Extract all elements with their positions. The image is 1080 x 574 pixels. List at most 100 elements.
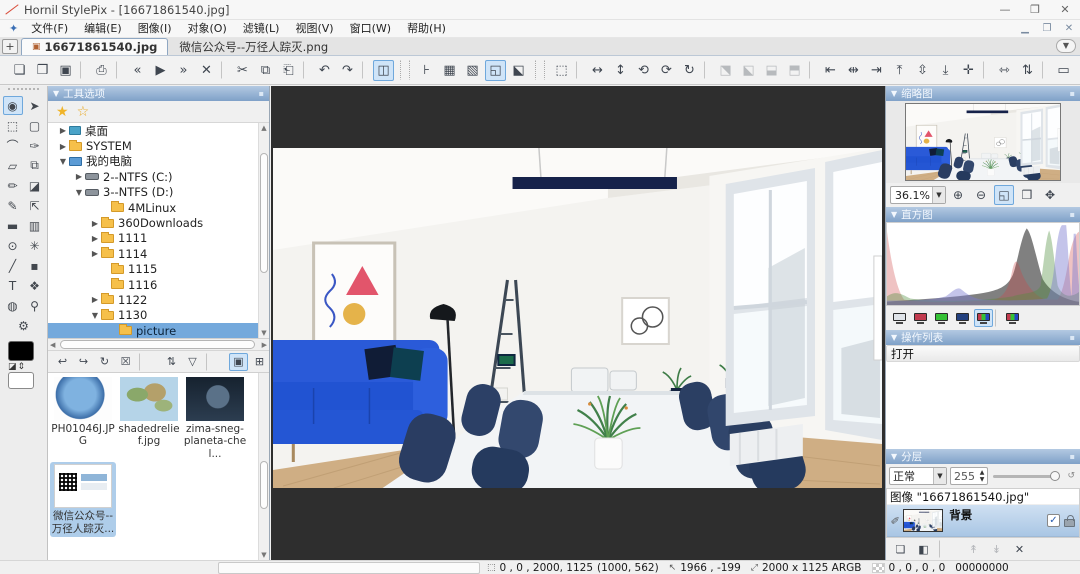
chevron-down-icon[interactable]: ▼ xyxy=(933,468,946,484)
tree-item-1114[interactable]: ▶ 1114 xyxy=(48,246,258,261)
crop-canvas-icon[interactable]: ⬚ xyxy=(551,60,572,81)
menu-item[interactable]: 对象(O) xyxy=(180,20,235,38)
rect-select-tool[interactable]: ▢ xyxy=(25,116,45,135)
sort-icon[interactable]: ⇅ xyxy=(162,353,181,371)
nav-first-icon[interactable]: « xyxy=(127,60,148,81)
order-front-icon[interactable]: ⬔ xyxy=(715,60,736,81)
fit-selection-icon[interactable]: ▭ xyxy=(1053,60,1074,81)
menu-item[interactable]: 编辑(E) xyxy=(76,20,130,38)
chevron-down-icon[interactable]: ▼ xyxy=(932,187,945,203)
expander-icon[interactable]: ▶ xyxy=(58,142,68,151)
folder-back-icon[interactable]: ↩ xyxy=(53,353,72,371)
align-center-icon[interactable]: ⇹ xyxy=(843,60,864,81)
space-vertical-icon[interactable]: ⇅ xyxy=(1017,60,1038,81)
thumb-zima-sneg[interactable]: zima-sneg-planeta-chel... xyxy=(182,375,248,462)
scrollbar-thumb[interactable] xyxy=(60,340,255,349)
save-icon[interactable]: ▣ xyxy=(55,60,76,81)
zoom-out-icon[interactable]: ⊖ xyxy=(971,185,991,205)
canvas-area[interactable] xyxy=(271,86,885,560)
selection-bounds-icon[interactable]: ◱ xyxy=(485,60,506,81)
thumb-shadedrelief[interactable]: shadedrelief.jpg xyxy=(116,375,182,462)
align-bottom-icon[interactable]: ⤓ xyxy=(935,60,956,81)
history-brush-tool[interactable]: ⇱ xyxy=(25,196,45,215)
refresh-icon[interactable]: ↻ xyxy=(95,353,114,371)
expander-icon[interactable]: ▼ xyxy=(90,311,100,320)
center-view-icon[interactable]: ✥ xyxy=(1040,185,1060,205)
brush-tool[interactable]: ✏ xyxy=(3,176,23,195)
effect-brush-tool[interactable]: ✳ xyxy=(25,236,45,255)
warp-tool[interactable]: ▱ xyxy=(3,156,23,175)
layer-group-label[interactable]: 图像 "16671861540.jpg" xyxy=(887,489,1079,505)
select-tool[interactable]: ➤ xyxy=(25,96,45,115)
delete-file-icon[interactable]: ☒ xyxy=(116,353,135,371)
menu-item[interactable]: 视图(V) xyxy=(287,20,341,38)
layers-panel-header[interactable]: ▼ 分层 ▪ xyxy=(886,449,1080,464)
action-open[interactable]: 打开 xyxy=(886,345,1080,362)
reset-icon[interactable]: ↺ xyxy=(1067,471,1075,481)
expander-icon[interactable]: ▼ xyxy=(74,188,84,197)
order-forward-icon[interactable]: ⬕ xyxy=(738,60,759,81)
scroll-up-icon[interactable]: ▲ xyxy=(259,123,269,133)
navigate-tool[interactable]: ◉ xyxy=(3,96,23,115)
toolstrip-grip[interactable] xyxy=(8,88,39,93)
restore-button[interactable]: ❐ xyxy=(1020,0,1050,20)
menu-item[interactable]: 滤镜(L) xyxy=(235,20,288,38)
scrollbar-thumb[interactable] xyxy=(260,461,268,509)
tree-item-desktop[interactable]: ▶ 桌面 xyxy=(48,123,258,138)
zoom-in-icon[interactable]: ⊕ xyxy=(948,185,968,205)
tree-item-1122[interactable]: ▶ 1122 xyxy=(48,292,258,307)
fit-vertical-icon[interactable]: ▯ xyxy=(1076,60,1080,81)
doc-minimize-button[interactable]: ▁ xyxy=(1014,20,1036,38)
lock-icon[interactable] xyxy=(1064,519,1075,527)
shear-icon[interactable]: ⬕ xyxy=(508,60,529,81)
tree-horizontal-scrollbar[interactable]: ◀ ▶ xyxy=(48,339,269,351)
rotate-cw-icon[interactable]: ⟳ xyxy=(656,60,677,81)
pen-select-tool[interactable]: ✑ xyxy=(25,136,45,155)
background-color-swatch[interactable] xyxy=(8,372,34,389)
histogram-red-icon[interactable] xyxy=(911,309,930,327)
tab-wechat-png[interactable]: 微信公众号--万径人踪灭.png xyxy=(168,38,339,55)
lasso-select-tool[interactable]: ⌒ xyxy=(3,136,23,155)
thumb-wechat-qr[interactable]: 微信公众号--万径人踪灭... xyxy=(50,462,116,537)
fit-window-icon[interactable]: ◱ xyxy=(994,185,1014,205)
align-left-icon[interactable]: ⇤ xyxy=(820,60,841,81)
expander-icon[interactable]: ▶ xyxy=(90,234,100,243)
expander-icon[interactable]: ▶ xyxy=(58,126,68,135)
zoom-level-select[interactable]: 36.1% ▼ xyxy=(890,186,946,204)
cut-icon[interactable]: ✂ xyxy=(232,60,253,81)
expander-icon[interactable]: ▶ xyxy=(90,219,100,228)
tree-item-my-computer[interactable]: ▼ 我的电脑 xyxy=(48,154,258,169)
favorite-star-outline-icon[interactable]: ☆ xyxy=(77,104,90,120)
view-large-icon[interactable]: ▣ xyxy=(229,353,248,371)
nav-play-icon[interactable]: ▶ xyxy=(150,60,171,81)
blend-mode-select[interactable]: 正常 ▼ xyxy=(889,467,947,485)
layer-row-background[interactable]: ✏ 背景 ✓ xyxy=(887,505,1079,537)
histogram-split-icon[interactable] xyxy=(1003,309,1022,327)
scroll-down-icon[interactable]: ▼ xyxy=(259,328,269,338)
rotate-180-icon[interactable]: ↻ xyxy=(679,60,700,81)
space-horizontal-icon[interactable]: ⇿ xyxy=(994,60,1015,81)
tree-item-4mlinux[interactable]: 4MLinux xyxy=(48,200,258,215)
thumb-ph01046j[interactable]: PH01046J.JPG xyxy=(50,375,116,462)
add-tab-button[interactable]: + xyxy=(2,39,18,54)
thumbs-vertical-scrollbar[interactable]: ▼ xyxy=(258,373,269,560)
delete-layer-icon[interactable]: ✕ xyxy=(1010,540,1029,558)
shape-tool[interactable]: ▪ xyxy=(25,256,45,275)
tool-options-header[interactable]: ▼ 工具选项 ▪ xyxy=(48,86,269,101)
grid-icon[interactable]: ▦ xyxy=(439,60,460,81)
tree-item-1116[interactable]: 1116 xyxy=(48,277,258,292)
expander-icon[interactable]: ▼ xyxy=(58,157,68,166)
crop-tool[interactable]: ⧉ xyxy=(25,156,45,175)
pin-icon[interactable]: ▪ xyxy=(1070,333,1075,342)
menu-item[interactable]: 文件(F) xyxy=(23,20,76,38)
histogram-green-icon[interactable] xyxy=(932,309,951,327)
eraser-tool[interactable]: ◪ xyxy=(25,176,45,195)
layer-visible-checkbox[interactable]: ✓ xyxy=(1047,514,1060,527)
pin-icon[interactable]: ▪ xyxy=(1070,89,1075,98)
text-tool[interactable]: T xyxy=(3,276,23,295)
nav-close-icon[interactable]: ✕ xyxy=(196,60,217,81)
swap-colors-icon[interactable]: ◪⇕ xyxy=(8,362,39,372)
opacity-stepper[interactable]: 255 ▲▼ xyxy=(950,467,988,485)
layer-down-icon[interactable]: ↡ xyxy=(987,540,1006,558)
paste-icon[interactable]: ⎗ xyxy=(278,60,299,81)
